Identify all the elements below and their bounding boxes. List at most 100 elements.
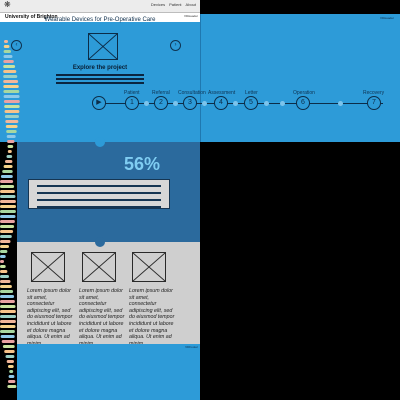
wave-stripe (1, 340, 15, 343)
wave-stripe (3, 165, 13, 168)
wave-stripe (0, 225, 15, 228)
hero-divider (200, 14, 201, 142)
underline-bar (56, 78, 144, 80)
hero-version-label: VDHeader (380, 16, 395, 20)
placeholder-line (37, 199, 161, 201)
chevron-right-icon: › (174, 42, 177, 48)
decorative-wave (0, 40, 20, 388)
explore-link[interactable]: Explore the project (62, 65, 138, 71)
wave-stripe (2, 170, 13, 173)
wave-stripe (0, 260, 4, 263)
placeholder-line (37, 206, 161, 208)
timeline-step[interactable]: 1 (125, 96, 139, 110)
wave-stripe (0, 185, 15, 188)
wave-stripe (0, 275, 9, 278)
card-text: Lorem ipsum dolor sit amet, consectetur … (79, 288, 125, 347)
timeline-dot[interactable] (173, 101, 178, 106)
timeline-label: Consultation (178, 90, 206, 96)
wave-stripe (0, 230, 14, 233)
nav-link-patient[interactable]: Patient (169, 2, 181, 7)
wave-stripe (9, 370, 14, 373)
hero-image-placeholder (88, 33, 118, 60)
card-text: Lorem ipsum dolor sit amet, consectetur … (129, 288, 175, 347)
timeline-dot[interactable] (202, 101, 207, 106)
wave-stripe (0, 295, 15, 298)
nav-links: Devices Patient About (151, 2, 196, 7)
wave-stripe (6, 155, 13, 158)
timeline-step[interactable]: 6 (296, 96, 310, 110)
timeline-dot[interactable] (280, 101, 285, 106)
timeline-dot[interactable] (144, 101, 149, 106)
wave-stripe (0, 270, 8, 273)
timeline-step[interactable]: 7 (367, 96, 381, 110)
wave-stripe (3, 95, 20, 98)
wave-stripe (0, 250, 8, 253)
wave-stripe (7, 150, 12, 153)
wave-stripe (0, 180, 14, 183)
wave-stripe (0, 305, 16, 308)
placeholder-line (37, 185, 161, 187)
panel-tab (95, 237, 105, 247)
wave-stripe (7, 145, 14, 148)
wave-stripe (0, 195, 16, 198)
panel-tab (95, 137, 105, 147)
crest-icon[interactable]: ❋ (4, 1, 12, 9)
nav-link-about[interactable]: About (186, 2, 196, 7)
journey-timeline: ▶ Patient 1 Referral 2 Consultation 3 As… (90, 88, 390, 118)
wave-stripe (5, 355, 15, 358)
wave-stripe (3, 85, 19, 88)
wave-stripe (5, 125, 18, 128)
wave-stripe (0, 330, 15, 333)
footer-version-label: VDFooter (185, 345, 198, 349)
wave-stripe (0, 280, 11, 283)
wave-stripe (0, 235, 12, 238)
wave-stripe (6, 130, 17, 133)
timeline-step[interactable]: 3 (183, 96, 197, 110)
wave-stripe (3, 100, 20, 103)
nav-version-label: VDHeader (183, 14, 198, 18)
wave-stripe (0, 240, 11, 243)
timeline-dot[interactable] (264, 101, 269, 106)
wave-stripe (6, 360, 14, 363)
next-arrow-button[interactable]: › (170, 40, 181, 51)
card-image-placeholder (132, 252, 166, 282)
timeline-step[interactable]: 5 (244, 96, 258, 110)
wave-stripe (4, 115, 20, 118)
wave-stripe (0, 310, 16, 313)
top-nav: ❋ Devices Patient About (0, 0, 200, 13)
wave-stripe (6, 135, 16, 138)
wave-stripe (4, 40, 8, 43)
wave-stripe (3, 70, 17, 73)
underline-bar (56, 82, 144, 84)
wave-stripe (0, 205, 16, 208)
wave-stripe (3, 80, 19, 83)
wave-stripe (0, 255, 6, 258)
wave-stripe (3, 75, 18, 78)
wave-stripe (3, 60, 14, 63)
wave-stripe (4, 105, 20, 108)
wave-stripe (3, 55, 13, 58)
wave-stripe (0, 325, 16, 328)
wave-stripe (3, 45, 10, 48)
wave-stripe (0, 245, 9, 248)
wave-stripe (0, 215, 16, 218)
progress-stat: 56% (124, 154, 161, 174)
wave-stripe (3, 65, 16, 68)
timeline-step[interactable]: 2 (154, 96, 168, 110)
timeline-play-button[interactable]: ▶ (92, 96, 106, 110)
wave-stripe (3, 90, 20, 93)
card-text: Lorem ipsum dolor sit amet, consectetur … (27, 288, 73, 347)
wave-stripe (5, 120, 19, 123)
page-title: Wearable Devices for Pre-Operative Care (44, 17, 156, 23)
timeline-step[interactable]: 4 (214, 96, 228, 110)
nav-link-devices[interactable]: Devices (151, 2, 165, 7)
placeholder-line (37, 192, 161, 194)
text-block-placeholder (28, 179, 170, 209)
wave-stripe (8, 375, 15, 378)
timeline-dot[interactable] (338, 101, 343, 106)
timeline-dot[interactable] (233, 101, 238, 106)
wave-stripe (0, 210, 16, 213)
wave-stripe (0, 200, 16, 203)
card-image-placeholder (31, 252, 65, 282)
footer: VDFooter (17, 344, 200, 400)
